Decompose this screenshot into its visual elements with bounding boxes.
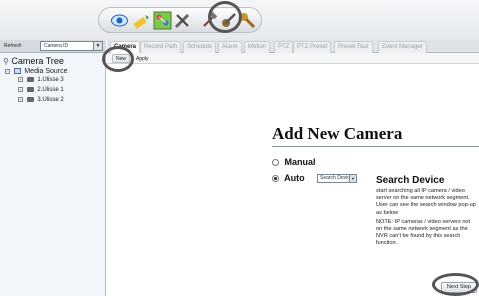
camera-sort-value: Camera ID [44, 43, 69, 49]
camera-icon [26, 97, 34, 102]
search-device-select[interactable]: Search Device ▼ [317, 174, 357, 183]
tools-icon[interactable] [173, 11, 192, 30]
highlight-circle-new [102, 46, 134, 72]
manual-option[interactable]: Manual [272, 157, 316, 167]
expand-icon[interactable]: + [18, 77, 23, 82]
settings-tab-bar: Camera Record Path Schedule Alarm Motion… [107, 40, 479, 53]
manual-radio[interactable] [272, 159, 279, 166]
chevron-down-icon[interactable]: ▼ [93, 42, 102, 50]
auto-option[interactable]: Auto [272, 173, 305, 183]
tab-preset-tour[interactable]: Preset Tour [334, 41, 373, 53]
page-title: Add New Camera [272, 124, 403, 143]
collapse-icon[interactable]: − [5, 68, 10, 74]
media-source-label: Media Source [24, 68, 68, 75]
title-divider [272, 146, 479, 147]
camera-label: 2.Ulisse 1 [37, 87, 64, 94]
tree-node-camera[interactable]: + 2.Ulisse 1 [18, 87, 64, 93]
camera-tree-title: ⚲ Camera Tree [3, 56, 64, 66]
camera-label: 1.Ulisse 3 [37, 77, 64, 84]
manual-label: Manual [284, 157, 316, 167]
search-description-text: start searching all IP camera / video se… [376, 188, 476, 216]
search-note-text: NOTE: IP cameras / video servers not on … [376, 218, 471, 247]
expand-icon[interactable]: + [18, 87, 23, 92]
tree-node-media-source[interactable]: − Media Source [5, 68, 68, 75]
action-bar: New Apply [107, 53, 479, 64]
camera-tree-pane: ⚲ Camera Tree − Media Source + 1.Ulisse … [0, 53, 106, 296]
tab-alarm[interactable]: Alarm [218, 41, 242, 53]
tab-record-path[interactable]: Record Path [140, 41, 182, 53]
apply-button[interactable]: Apply [132, 54, 153, 63]
tree-node-camera[interactable]: + 1.Ulisse 3 [18, 77, 64, 83]
highlight-circle-next [432, 273, 479, 296]
camera-icon [26, 87, 34, 92]
tree-node-camera[interactable]: + 3.Ulisse 2 [18, 97, 64, 103]
search-device-value: Search Device [320, 175, 353, 181]
tab-ptz-preset[interactable]: PTZ Preset [293, 41, 332, 53]
camera-tree-label: Camera Tree [11, 56, 64, 66]
chevron-down-icon[interactable]: ▼ [349, 175, 356, 182]
highlight-circle-toolbar [208, 1, 242, 33]
media-source-icon [13, 68, 21, 75]
search-device-title: Search Device [376, 175, 445, 186]
tree-header-bar: Refresh Camera ID ▼ [0, 40, 106, 53]
auto-radio[interactable] [272, 175, 279, 182]
camera-sort-select[interactable]: Camera ID ▼ [40, 41, 103, 51]
pencil-icon[interactable] [132, 11, 151, 30]
auto-label: Auto [284, 173, 305, 183]
expand-icon[interactable]: + [18, 97, 23, 102]
tab-motion[interactable]: Motion [244, 41, 271, 53]
refresh-button[interactable]: Refresh [4, 43, 22, 49]
tab-schedule[interactable]: Schedule [183, 41, 217, 53]
camera-tree-icon: ⚲ [3, 57, 9, 66]
camera-icon [26, 77, 34, 82]
eye-icon[interactable] [110, 11, 129, 30]
search-device-description: start searching all IP camera / video se… [376, 188, 477, 248]
tab-event-manager[interactable]: Event Manager [378, 41, 427, 53]
tab-ptz[interactable]: PTZ [274, 41, 294, 53]
camera-label: 3.Ulisse 2 [37, 97, 64, 104]
network-icon[interactable] [153, 11, 172, 30]
